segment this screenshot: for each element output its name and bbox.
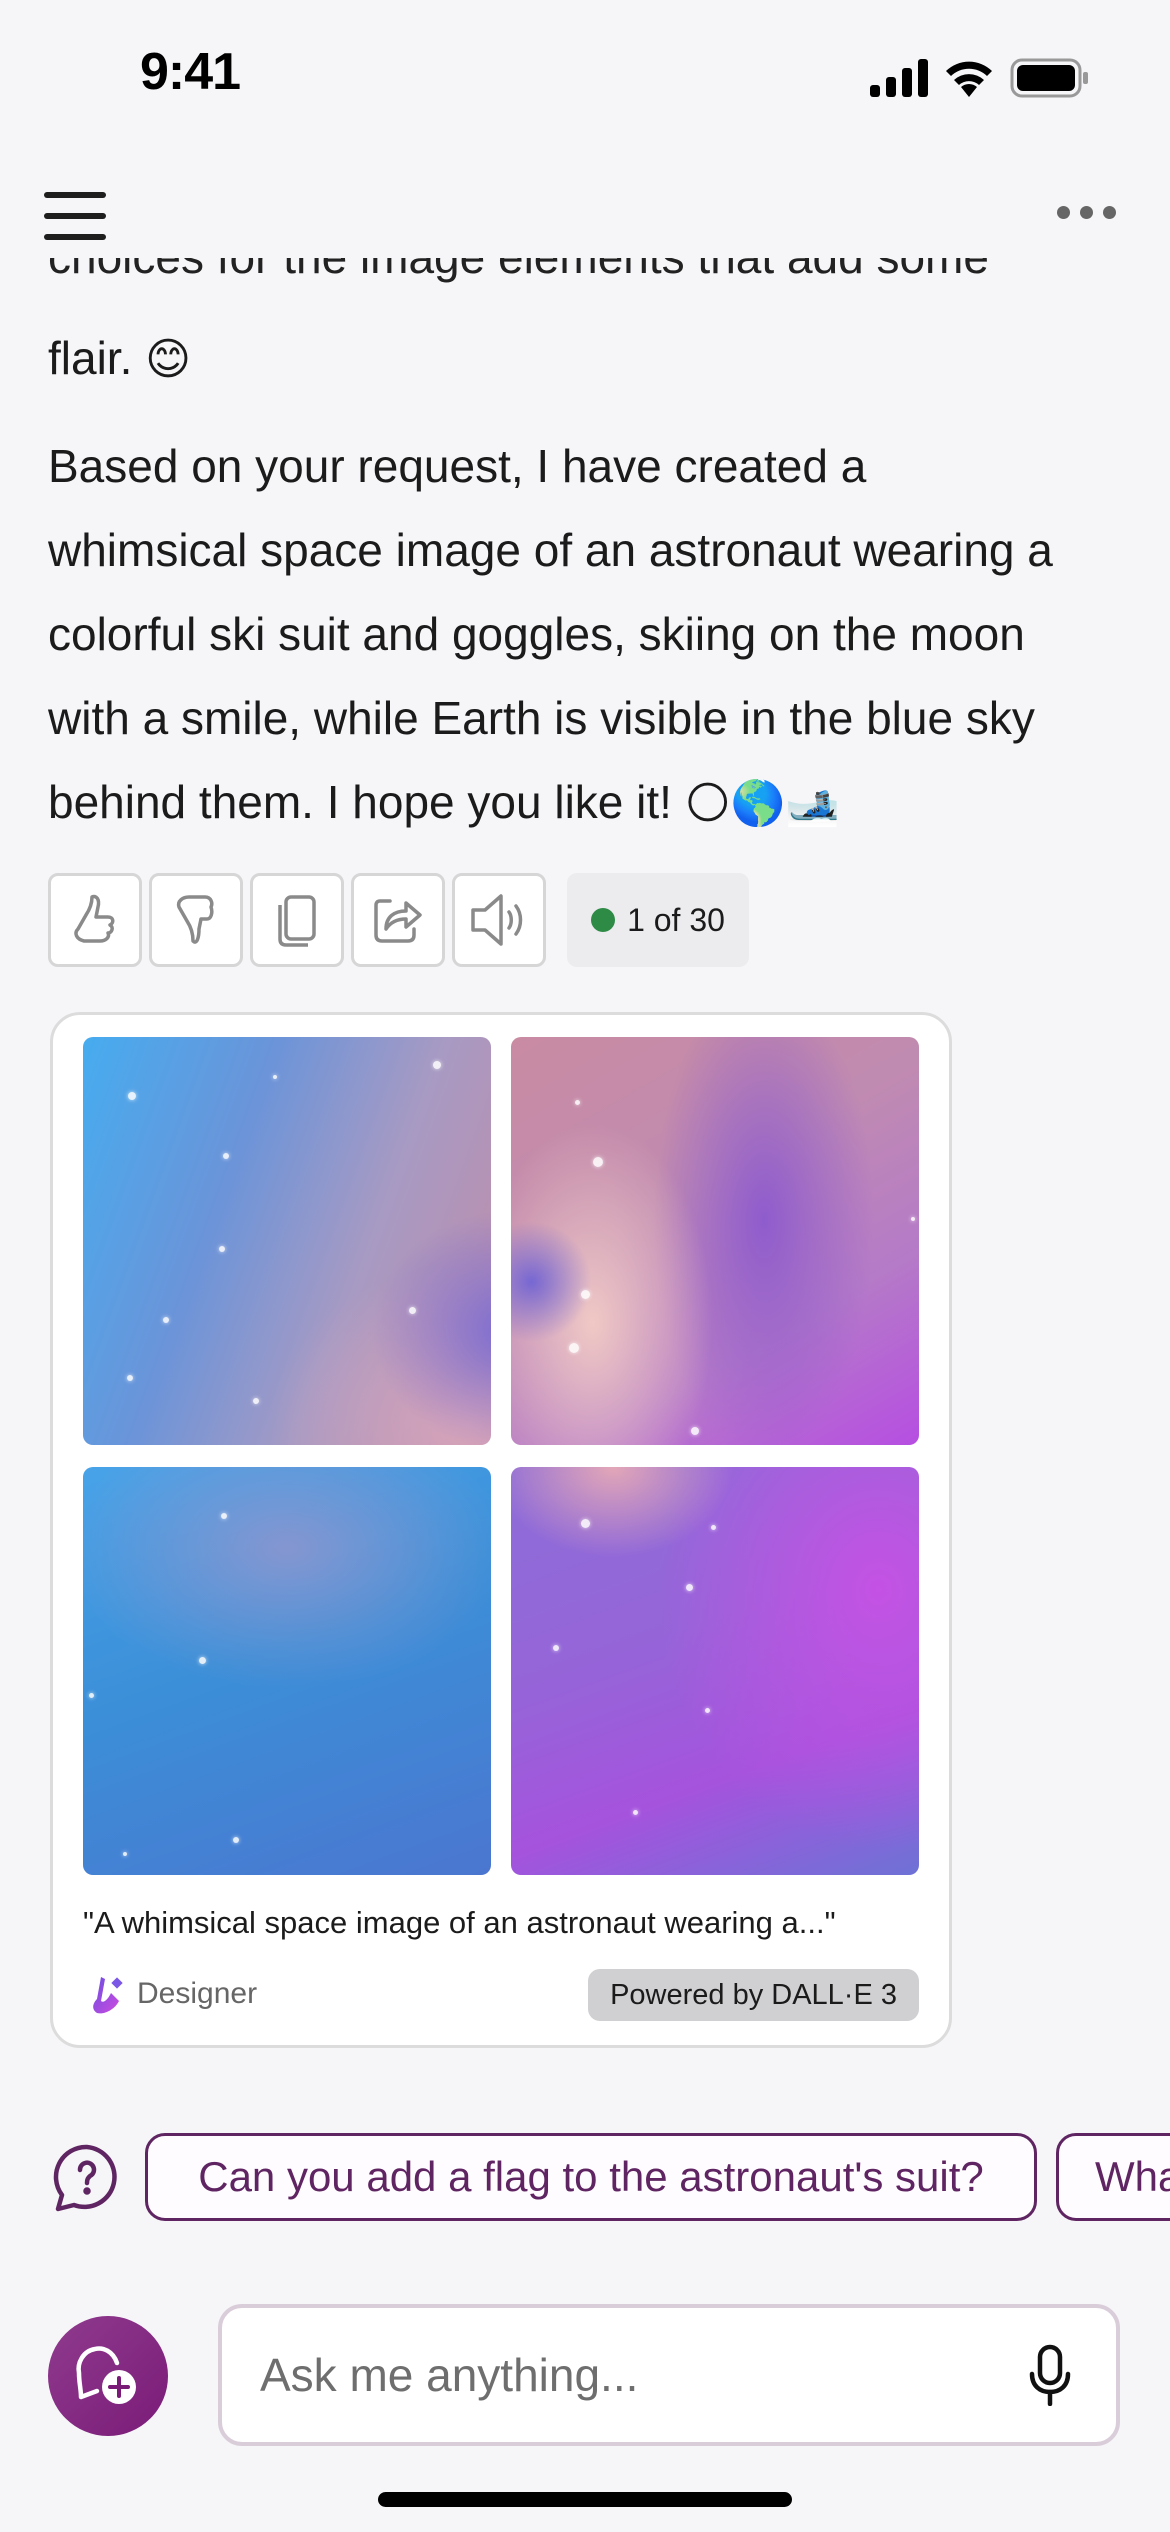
copy-icon <box>278 895 316 947</box>
share-button[interactable] <box>351 873 445 967</box>
star <box>409 1307 416 1314</box>
designer-label: Designer <box>137 1977 258 2010</box>
new-chat-icon <box>76 2346 136 2404</box>
ask-input[interactable] <box>258 2347 1028 2403</box>
image-result-card: "A whimsical space image of an astronaut… <box>50 1012 952 2048</box>
speaker-icon <box>471 894 523 946</box>
share-icon <box>374 899 422 943</box>
star <box>233 1837 239 1843</box>
smile-emoji: 😊 <box>145 334 192 385</box>
star <box>273 1075 277 1079</box>
more-options-icon <box>1057 206 1070 219</box>
star <box>89 1693 94 1698</box>
star <box>433 1061 441 1069</box>
message-line: colorful ski suit and goggles, skiing on… <box>48 608 1025 660</box>
star <box>581 1519 590 1528</box>
thumbs-up-button[interactable] <box>48 873 142 967</box>
status-icons <box>870 58 1090 98</box>
star <box>223 1153 229 1159</box>
wifi-icon <box>946 61 992 97</box>
generated-image-3[interactable] <box>83 1467 491 1875</box>
message-flair-line: flair. 😊 <box>48 316 1138 402</box>
designer-logo-icon <box>93 1977 123 2014</box>
star <box>581 1290 590 1299</box>
star <box>127 1375 133 1381</box>
response-counter: 1 of 30 <box>567 873 749 967</box>
thumbs-down-button[interactable] <box>149 873 243 967</box>
message-line-text: behind them. I hope you like it! <box>48 776 672 828</box>
powered-by-badge: Powered by DALL·E 3 <box>588 1969 919 2021</box>
generated-image-2[interactable] <box>511 1037 919 1445</box>
star <box>633 1810 638 1815</box>
star <box>686 1584 693 1591</box>
more-options-button[interactable] <box>1057 206 1116 219</box>
message-line: with a smile, while Earth is visible in … <box>48 692 1035 744</box>
star <box>199 1657 206 1664</box>
microphone-icon[interactable] <box>1028 2344 1072 2406</box>
star <box>163 1317 169 1323</box>
image-caption: "A whimsical space image of an astronaut… <box>83 1905 836 1940</box>
more-dot <box>1103 206 1116 219</box>
status-time: 9:41 <box>140 43 241 101</box>
partial-line-text: choices for the image elements that add … <box>48 258 1128 284</box>
ski-emoji: 🎿 <box>785 778 841 829</box>
star <box>128 1092 136 1100</box>
message-line: behind them. I hope you like it! 🌕🌎🎿 <box>48 760 1138 846</box>
menu-button[interactable] <box>44 192 106 240</box>
star <box>705 1708 710 1713</box>
star <box>575 1100 580 1105</box>
flair-text: flair. <box>48 332 133 384</box>
star <box>123 1852 127 1856</box>
suggestion-chip[interactable]: Can you add a flag to the astronaut's su… <box>145 2133 1037 2221</box>
hamburger-line <box>44 213 106 219</box>
generated-image-1[interactable] <box>83 1037 491 1445</box>
hamburger-line <box>44 234 106 240</box>
generated-image-4[interactable] <box>511 1467 919 1875</box>
message-line: whimsical space image of an astronaut we… <box>48 524 1053 576</box>
star <box>219 1246 225 1252</box>
star <box>911 1217 915 1221</box>
counter-text: 1 of 30 <box>627 901 725 938</box>
battery-icon <box>1010 58 1088 98</box>
star <box>711 1525 716 1530</box>
star <box>253 1398 259 1404</box>
earth-emoji: 🌎 <box>730 778 786 829</box>
star <box>569 1343 579 1353</box>
new-chat-button[interactable] <box>48 2316 168 2436</box>
message-line: Based on your request, I have created a <box>48 440 867 492</box>
thumbs-up-icon <box>74 894 115 943</box>
read-aloud-button[interactable] <box>452 873 546 967</box>
hamburger-menu-icon <box>44 192 106 198</box>
cellular-signal-icon <box>870 59 928 97</box>
moon-emoji: 🌕 <box>684 778 731 829</box>
star <box>691 1427 699 1435</box>
more-dot <box>1080 206 1093 219</box>
assistant-message: Based on your request, I have created a … <box>48 424 1138 846</box>
suggestion-chip[interactable]: Wha <box>1056 2133 1170 2221</box>
status-dot-icon <box>591 908 616 932</box>
designer-link[interactable]: Designer <box>87 1973 257 2015</box>
thumbs-down-icon <box>176 895 214 944</box>
star <box>593 1157 603 1167</box>
question-bubble-icon <box>53 2144 117 2212</box>
copy-button[interactable] <box>250 873 344 967</box>
message-partial-line: choices for the image elements that add … <box>48 258 1128 292</box>
star <box>553 1645 559 1651</box>
star <box>221 1513 227 1519</box>
ask-input-container <box>218 2304 1120 2446</box>
message-actions: 1 of 30 <box>48 873 749 967</box>
home-indicator[interactable] <box>378 2492 792 2507</box>
